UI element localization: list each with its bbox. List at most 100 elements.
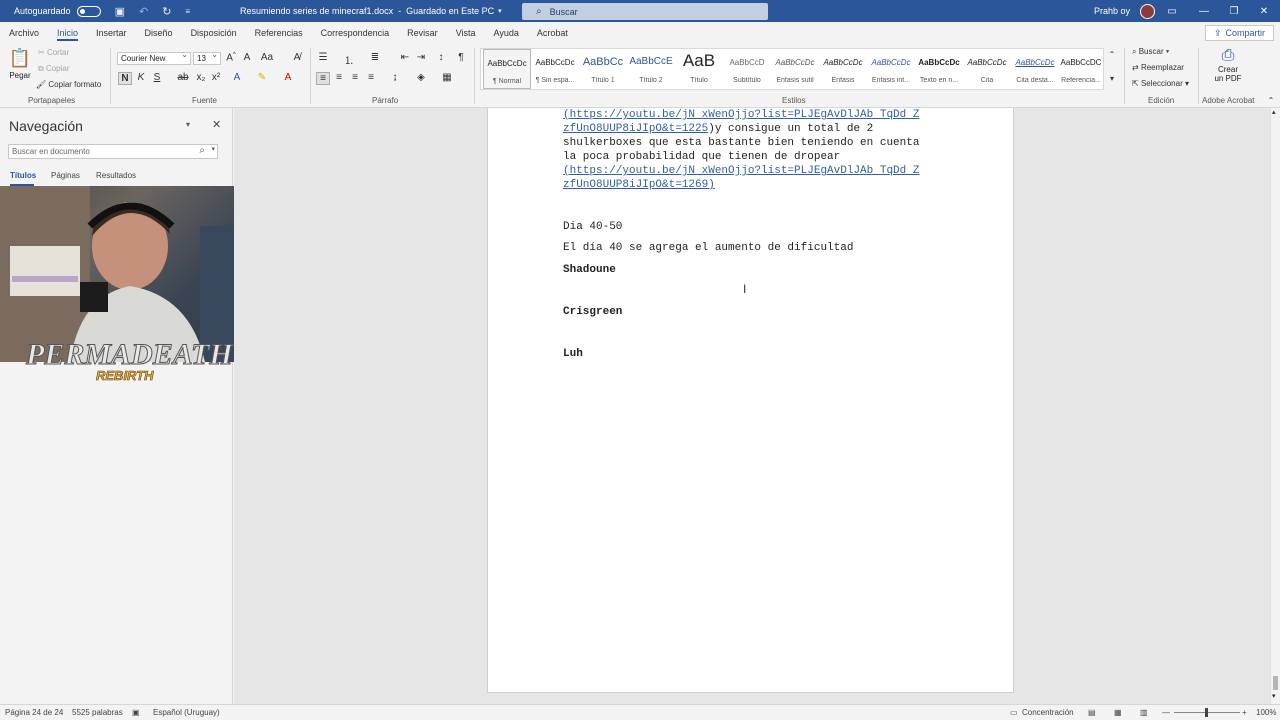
align-center-icon[interactable]: ≡ [332,72,346,83]
focus-mode[interactable]: Concentración [1022,708,1074,717]
search-box[interactable]: ⌕ Buscar [522,3,768,20]
find-button[interactable]: ⌕ Buscar ▾ [1132,47,1169,57]
style-heading-1[interactable]: AaBbCc Título 1 [579,49,627,89]
cut-button[interactable]: ✂ Cortar [38,48,69,57]
tab-archivo[interactable]: Archivo [0,22,48,44]
youtube-link[interactable]: (https://youtu.be/jN xWenOjjo?list=PLJEg… [563,165,919,177]
style-title[interactable]: AaB Título [675,49,723,89]
align-right-icon[interactable]: ≡ [348,72,362,83]
italic-button[interactable]: K [134,72,148,83]
style-quote[interactable]: AaBbCcDc Cita [963,49,1011,89]
bullets-icon[interactable]: ☰ [316,52,330,63]
scroll-down-icon[interactable]: ▾ [1272,692,1276,700]
nav-tab-pages[interactable]: Páginas [51,171,80,180]
vertical-scrollbar[interactable]: ▴ ▾ [1270,108,1280,704]
select-button[interactable]: ⇱ Seleccionar ▾ [1132,79,1189,88]
close-icon[interactable]: ✕ [1248,0,1280,22]
zoom-in-icon[interactable]: + [1242,708,1247,717]
create-pdf-button[interactable]: ⎙ Crear un PDF [1206,47,1250,91]
scroll-thumb[interactable] [1273,676,1278,690]
autosave-toggle[interactable] [76,5,101,17]
zoom-slider-thumb[interactable] [1205,708,1208,717]
change-case-icon[interactable]: Aa [260,52,274,63]
youtube-link[interactable]: zfUnO8UUP8iJIpO&t=1269) [563,179,715,191]
clear-format-icon[interactable]: A̸ [290,52,304,63]
font-color-icon[interactable]: A [281,72,295,83]
close-icon[interactable]: ✕ [212,118,221,131]
nav-tab-results[interactable]: Resultados [96,171,136,180]
nav-search-input[interactable]: Buscar en documento ⌕ ▾ [8,144,218,159]
paste-button[interactable]: 📋 Pegar [8,48,32,92]
page-count[interactable]: Página 24 de 24 [5,708,63,717]
proofing-icon[interactable]: ▣ [132,708,140,717]
tab-revisar[interactable]: Revisar [398,22,447,44]
replace-button[interactable]: ⇄ Reemplazar [1132,63,1184,72]
restore-icon[interactable]: ❐ [1218,0,1250,22]
redo-icon[interactable]: ↻ [162,5,171,18]
style-intense-quote[interactable]: AaBbCcDc Cita desta... [1011,49,1059,89]
underline-button[interactable]: S [150,72,164,83]
tab-acrobat[interactable]: Acrobat [528,22,577,44]
save-status[interactable]: Guardado en Este PC [406,6,494,16]
font-name-dropdown[interactable]: Courier New [117,50,191,65]
tab-referencias[interactable]: Referencias [246,22,312,44]
autosave[interactable]: Autoguardado [14,5,101,17]
read-mode-icon[interactable]: ▤ [1088,708,1096,717]
style-no-spacing[interactable]: AaBbCcDc ¶ Sin espa... [531,49,579,89]
print-layout-icon[interactable]: ▦ [1114,708,1122,717]
youtube-link[interactable]: zfUnO8UUP8iJIpO&t=1225 [563,123,708,135]
scroll-up-icon[interactable]: ▴ [1272,108,1276,116]
chevron-down-icon[interactable]: ▾ [498,7,502,15]
nav-tab-titles[interactable]: Títulos [10,171,36,180]
styles-scroll-icon[interactable]: ⌃ [1105,50,1119,59]
strikethrough-icon[interactable]: ab [176,72,190,83]
superscript-icon[interactable]: x² [209,72,223,83]
text-effects-icon[interactable]: A [230,72,244,83]
style-strong[interactable]: AaBbCcDc Texto en n... [915,49,963,89]
collapse-ribbon-icon[interactable]: ⌃ [1264,96,1278,105]
language[interactable]: Español (Uruguay) [153,708,220,717]
tab-disposicion[interactable]: Disposición [182,22,246,44]
style-emphasis[interactable]: AaBbCcDc Énfasis [819,49,867,89]
font-size-dropdown[interactable]: 13 [193,50,221,65]
ribbon-display-icon[interactable]: ▭ [1156,0,1188,22]
zoom-level[interactable]: 100% [1256,708,1276,717]
decrease-indent-icon[interactable]: ⇤ [398,52,412,63]
tab-ayuda[interactable]: Ayuda [485,22,528,44]
save-icon[interactable]: ▣ [115,5,125,18]
grow-font-icon[interactable]: A^ [224,52,238,63]
style-heading-2[interactable]: AaBbCcE Título 2 [627,49,675,89]
word-count[interactable]: 5525 palabras [72,708,123,717]
share-button[interactable]: ⇪ Compartir [1204,25,1274,41]
line-spacing-icon[interactable]: ↨ [388,72,402,83]
document-page[interactable]: (https://youtu.be/jN xWenOjjo?list=PLJEg… [487,108,1014,693]
style-subtitle[interactable]: AaBbCcD Subtítulo [723,49,771,89]
web-layout-icon[interactable]: ▥ [1140,708,1148,717]
shading-icon[interactable]: ◈ [414,72,428,83]
tab-vista[interactable]: Vista [447,22,485,44]
youtube-link[interactable]: (https://youtu.be/jN xWenOjjo?list=PLJEg… [563,109,919,121]
shrink-font-icon[interactable]: A [240,52,254,63]
tab-correspondencia[interactable]: Correspondencia [312,22,399,44]
multilevel-list-icon[interactable]: ≣ [368,52,382,63]
focus-icon[interactable]: ▭ [1010,708,1018,717]
styles-more-icon[interactable]: ▾ [1105,74,1119,83]
justify-icon[interactable]: ≡ [364,72,378,83]
user-account[interactable]: Prahb oy [1094,0,1156,22]
borders-icon[interactable]: ▦ [440,72,454,83]
zoom-out-icon[interactable]: — [1162,708,1170,717]
copy-button[interactable]: ⧉ Copiar [38,64,70,74]
search-icon[interactable]: ⌕ [199,145,205,156]
numbering-icon[interactable]: ⒈ [342,52,356,67]
style-normal[interactable]: AaBbCcDc ¶ Normal [483,49,531,89]
format-painter-button[interactable]: 🖌 Copiar formato [36,80,101,89]
tab-inicio[interactable]: Inicio [48,22,87,44]
minimize-icon[interactable]: — [1188,0,1220,22]
show-marks-icon[interactable]: ¶ [454,52,468,63]
highlight-icon[interactable]: ✎ [255,72,269,83]
chevron-down-icon[interactable]: ▾ [211,145,215,153]
style-reference[interactable]: AaBbCcDC Referencia... [1059,49,1103,89]
style-subtle-emphasis[interactable]: AaBbCcDc Énfasis sutil [771,49,819,89]
undo-icon[interactable]: ↶ [139,5,148,18]
tab-diseno[interactable]: Diseño [136,22,182,44]
